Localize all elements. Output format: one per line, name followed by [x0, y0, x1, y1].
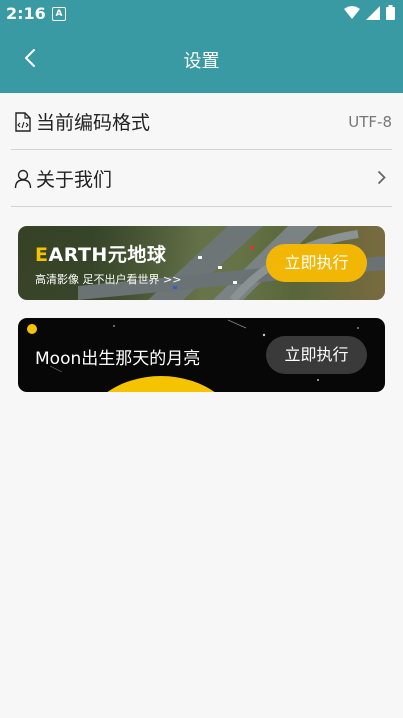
- encoding-format-value: UTF-8: [348, 112, 392, 131]
- about-us-label: 关于我们: [36, 169, 113, 191]
- encoding-format-row[interactable]: 当前编码格式 UTF-8: [11, 94, 392, 150]
- earth-banner-subtitle: 高清影像 足不出户看世界 >>: [35, 273, 182, 286]
- about-us-row[interactable]: 关于我们: [11, 151, 392, 207]
- code-file-icon: [14, 111, 34, 132]
- moon-execute-button[interactable]: 立即执行: [266, 336, 367, 374]
- status-time: 2:16: [6, 4, 46, 23]
- earth-execute-button[interactable]: 立即执行: [266, 244, 367, 282]
- battery-icon: [386, 5, 395, 20]
- moon-banner-title: Moon出生那天的月亮: [35, 349, 201, 369]
- encoding-format-label: 当前编码格式: [36, 112, 151, 134]
- page-title: 设置: [183, 51, 220, 72]
- status-icons: [344, 5, 395, 20]
- earth-banner[interactable]: EARTH元地球 高清影像 足不出户看世界 >> 立即执行: [18, 226, 385, 300]
- moon-banner[interactable]: Moon出生那天的月亮 立即执行: [18, 318, 385, 392]
- app-bar: 设置: [0, 28, 403, 93]
- wifi-icon: [344, 5, 360, 19]
- earth-banner-title: EARTH元地球: [35, 244, 167, 266]
- person-icon: [14, 169, 34, 189]
- status-bar: 2:16 A: [0, 0, 403, 28]
- signal-icon: [366, 5, 380, 20]
- notification-badge: A: [52, 7, 66, 21]
- chevron-right-icon: [377, 170, 386, 189]
